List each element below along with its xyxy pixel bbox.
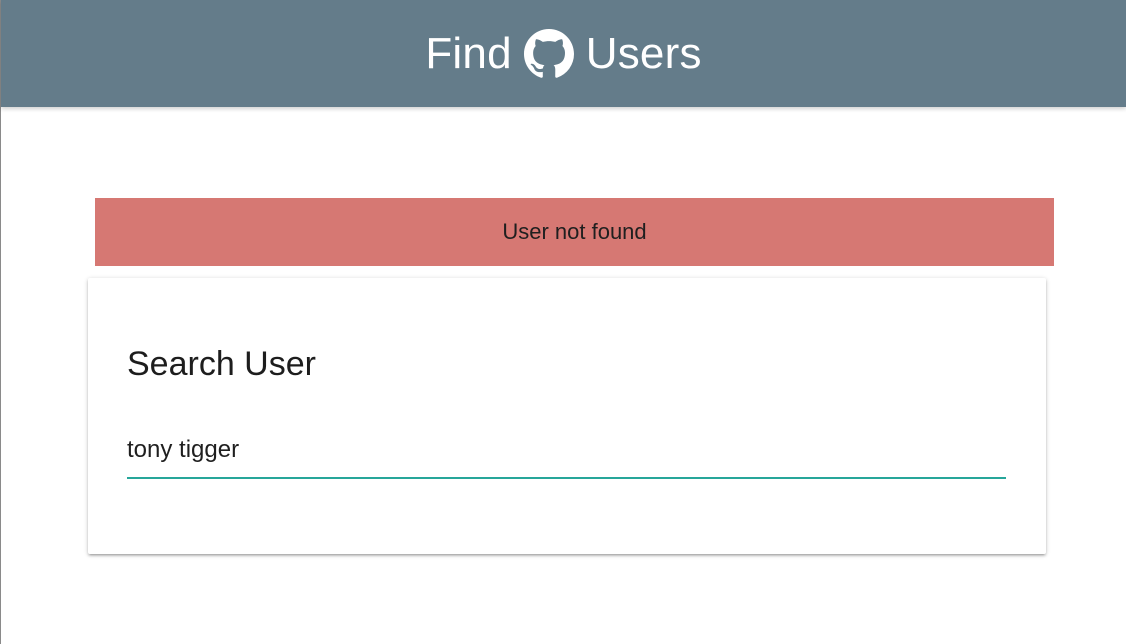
search-card-title: Search User bbox=[127, 345, 316, 383]
brand-logo-link[interactable]: Find Users bbox=[425, 28, 702, 79]
alert-message: User not found bbox=[502, 219, 647, 244]
github-icon bbox=[523, 28, 574, 79]
search-input[interactable] bbox=[127, 423, 1006, 479]
error-alert: User not found bbox=[95, 198, 1054, 266]
search-card: Search User bbox=[88, 278, 1046, 554]
brand-title-find: Find bbox=[425, 28, 512, 78]
app-window: Find Users User not found Search User bbox=[0, 0, 1126, 644]
brand-title-users: Users bbox=[585, 28, 702, 78]
navbar: Find Users bbox=[1, 0, 1126, 107]
